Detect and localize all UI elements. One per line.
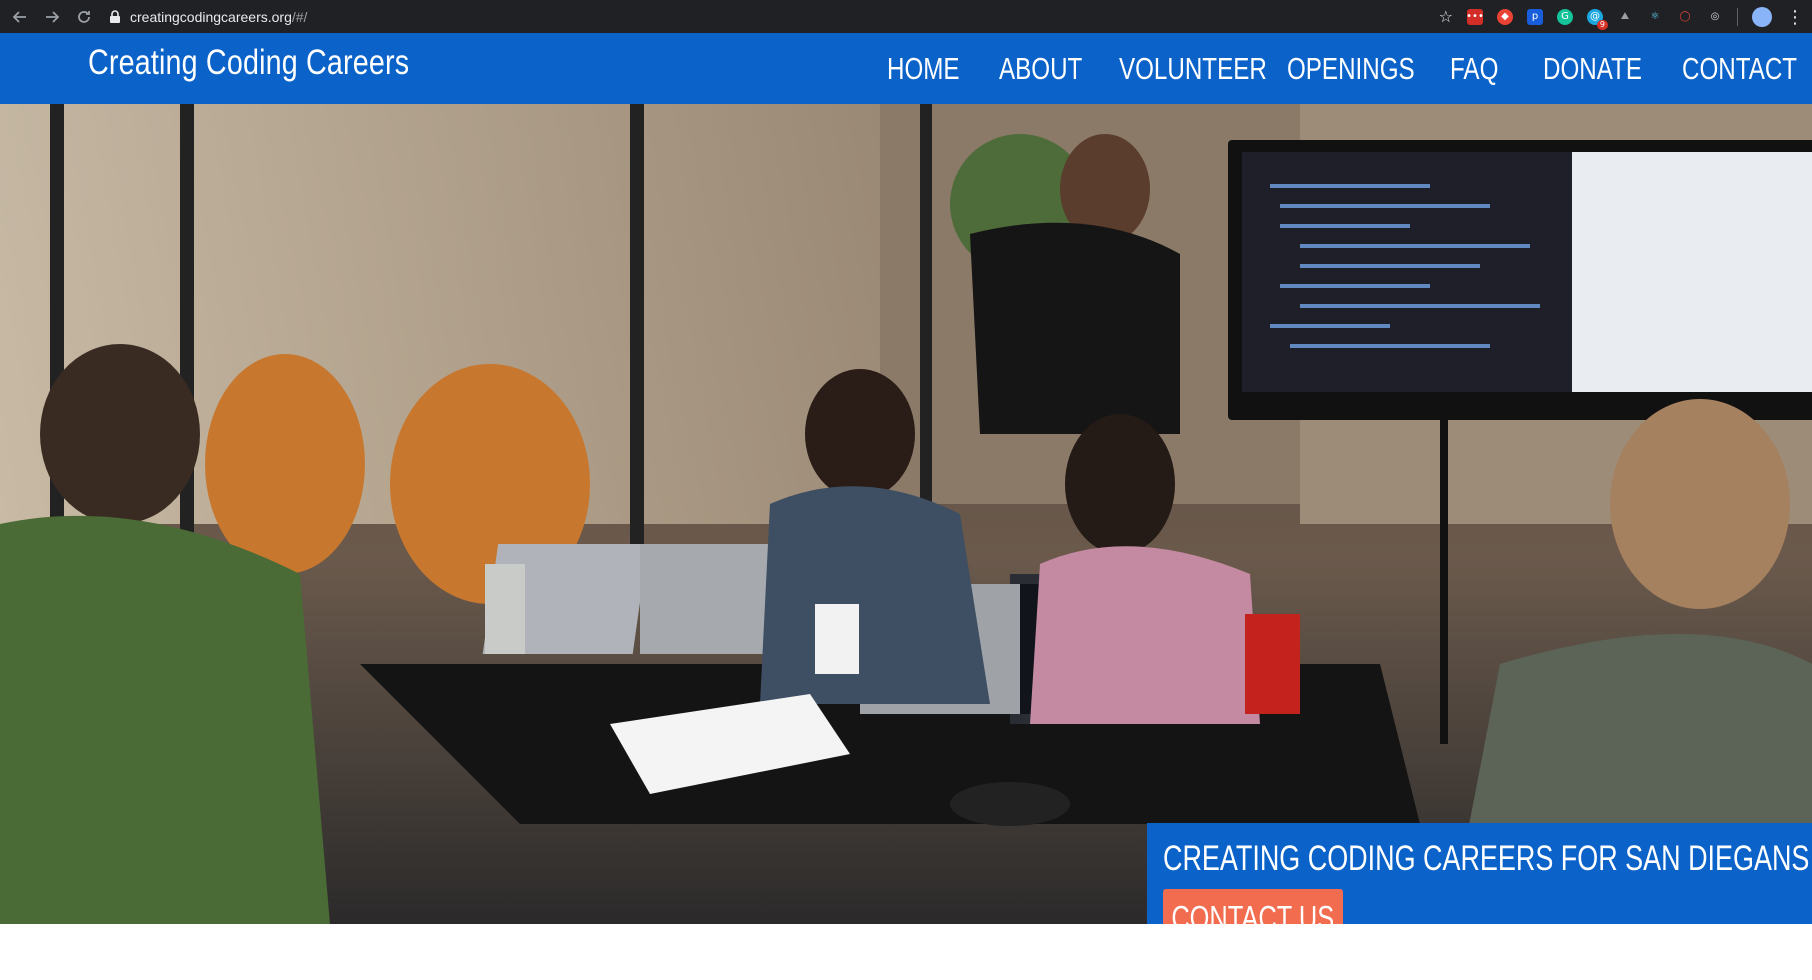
react-devtools-icon[interactable]: ⚛ (1647, 9, 1663, 25)
arrow-left-icon (12, 10, 26, 23)
hero-section: CREATING CODING CAREERS FOR SAN DIEGANS … (0, 104, 1812, 924)
site-logo-text[interactable]: Creating Coding Careers (88, 43, 409, 83)
hero-cta-panel: CREATING CODING CAREERS FOR SAN DIEGANS … (1147, 823, 1812, 924)
kebab-menu-icon[interactable]: ⋮ (1786, 8, 1804, 26)
address-bar[interactable]: creatingcodingcareers.org/#/ (108, 4, 307, 30)
reload-icon (78, 10, 90, 23)
reload-button[interactable] (72, 5, 96, 29)
badge-extension-icon[interactable]: @9 (1587, 8, 1608, 30)
arrow-right-icon (46, 10, 60, 23)
bitwarden-icon[interactable]: ◆ (1497, 8, 1513, 25)
contact-us-button[interactable]: CONTACT US (1163, 889, 1343, 924)
nav-contact[interactable]: CONTACT (1682, 51, 1797, 87)
star-icon[interactable]: ☆ (1439, 7, 1453, 27)
nav-home[interactable]: HOME (887, 51, 960, 87)
site-header: Creating Coding Careers HOME ABOUT VOLUN… (0, 33, 1812, 104)
extension-badge: 9 (1596, 19, 1608, 30)
nav-donate[interactable]: DONATE (1543, 51, 1642, 87)
url-path: /#/ (291, 8, 308, 25)
mountain-icon[interactable]: ⛰ (1617, 9, 1633, 25)
grammarly-icon[interactable]: G (1557, 8, 1573, 25)
nav-faq[interactable]: FAQ (1450, 51, 1498, 87)
browser-actions: ☆ ••• ◆ p G @9 ⛰ ⚛ ◯ ◎ ⋮ (1439, 0, 1804, 33)
forward-button[interactable] (40, 5, 64, 29)
nav-about[interactable]: ABOUT (999, 51, 1082, 87)
nav-openings[interactable]: OPENINGS (1287, 51, 1415, 87)
url-host: creatingcodingcareers.org (130, 8, 292, 25)
nav-volunteer[interactable]: VOLUNTEER (1119, 51, 1267, 87)
lastpass-icon[interactable]: ••• (1466, 8, 1484, 25)
profile-avatar[interactable] (1752, 6, 1772, 27)
contact-us-label: CONTACT US (1171, 899, 1335, 924)
hero-photo (0, 104, 1812, 924)
main-nav: HOME ABOUT VOLUNTEER OPENINGS FAQ DONATE… (887, 51, 1797, 101)
toolbar-divider (1737, 7, 1738, 26)
record-icon[interactable]: ◯ (1677, 9, 1693, 25)
back-button[interactable] (8, 5, 32, 29)
target-icon[interactable]: ◎ (1707, 9, 1723, 25)
lock-icon (110, 9, 120, 23)
extension-icon[interactable]: p (1527, 8, 1543, 25)
hero-heading: CREATING CODING CAREERS FOR SAN DIEGANS (1163, 839, 1810, 878)
browser-toolbar: creatingcodingcareers.org/#/ ☆ ••• ◆ p G… (0, 0, 1812, 33)
